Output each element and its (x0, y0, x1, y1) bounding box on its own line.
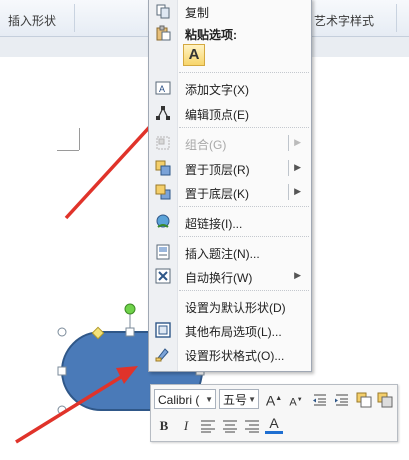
chevron-down-icon[interactable]: ▼ (248, 390, 256, 410)
context-menu: 复制 粘贴选项: A A 添加文字(X) 编辑顶点(E) 组合(G) ▶ 置于顶… (148, 0, 312, 372)
menu-item-label: 置于底层(K) (185, 187, 249, 201)
group-icon (156, 136, 170, 150)
menu-item-label: 超链接(I)... (185, 217, 243, 231)
menu-separator (179, 290, 309, 291)
menu-item-label: 插入题注(N)... (185, 247, 260, 261)
add-text-icon: A (155, 81, 171, 95)
ribbon-separator (74, 4, 75, 32)
send-to-back-icon (155, 184, 171, 200)
submenu-arrow-icon[interactable]: ▶ (294, 162, 301, 173)
menu-item-label: 设置为默认形状(D) (185, 301, 286, 315)
menu-separator (179, 236, 309, 237)
copy-icon (156, 4, 170, 19)
edit-points-icon (156, 106, 170, 120)
italic-button[interactable]: I (177, 417, 195, 435)
menu-item-label: 组合(G) (185, 138, 227, 152)
menu-item-label: 编辑顶点(E) (185, 108, 249, 122)
shape-fill-icon[interactable] (355, 391, 373, 409)
split-divider (288, 135, 289, 151)
menu-separator (179, 206, 309, 207)
shape-outline-icon[interactable] (376, 391, 394, 409)
rotation-handle[interactable] (124, 303, 136, 315)
menu-separator (179, 72, 309, 73)
menu-item-insert-caption[interactable]: 插入题注(N)... (149, 240, 311, 264)
ribbon-group-insert-shapes[interactable]: 插入形状 (8, 12, 56, 29)
decrease-indent-icon[interactable] (311, 391, 329, 409)
paste-options-heading: 粘贴选项: (185, 28, 237, 42)
menu-item-more-layout-options[interactable]: 其他布局选项(L)... (149, 318, 311, 342)
chevron-down-icon[interactable]: ▼ (205, 390, 213, 410)
menu-item-label: 添加文字(X) (185, 83, 249, 97)
bring-to-front-icon (155, 160, 171, 176)
menu-item-format-shape[interactable]: 设置形状格式(O)... (149, 342, 311, 366)
menu-item-bring-to-front[interactable]: 置于顶层(R) ▶ (149, 156, 311, 180)
menu-item-send-to-back[interactable]: 置于底层(K) ▶ (149, 180, 311, 204)
bold-button[interactable]: B (155, 417, 173, 435)
menu-item-label: 复制 (185, 6, 210, 20)
menu-item-label: 其他布局选项(L)... (185, 325, 282, 339)
align-left-icon[interactable] (199, 417, 217, 435)
format-shape-icon (155, 348, 169, 362)
paste-keep-text-icon[interactable]: A (183, 44, 205, 66)
resize-handle[interactable] (125, 327, 135, 337)
font-name-value: Calibri ( (158, 393, 200, 407)
hyperlink-icon (156, 214, 170, 228)
text-wrap-icon (155, 268, 171, 284)
submenu-arrow-icon: ▶ (294, 270, 301, 280)
resize-handle[interactable] (57, 366, 67, 376)
insert-caption-icon (156, 244, 170, 260)
ribbon-separator (396, 4, 397, 32)
paste-icon (156, 25, 171, 41)
font-color-button[interactable]: A (265, 415, 283, 434)
menu-item-label: 设置形状格式(O)... (185, 349, 285, 363)
mini-formatting-toolbar: Calibri ( ▼ 五号 ▼ A▲ A▼ B I A (150, 384, 398, 442)
menu-item-set-as-default-shape[interactable]: 设置为默认形状(D) (149, 294, 311, 318)
margin-corner-mark (57, 150, 79, 151)
resize-handle[interactable] (57, 405, 67, 415)
menu-item-copy[interactable]: 复制 (149, 0, 311, 23)
resize-handle[interactable] (57, 327, 67, 337)
menu-item-label: 自动换行(W) (185, 271, 253, 285)
layout-options-icon (155, 322, 171, 338)
grow-font-icon: A (265, 392, 276, 409)
font-size-combobox[interactable]: 五号 ▼ (219, 389, 259, 409)
menu-item-label: 置于顶层(R) (185, 163, 250, 177)
font-size-value: 五号 (223, 393, 248, 407)
submenu-arrow-icon: ▶ (294, 137, 301, 147)
menu-separator (179, 127, 309, 128)
split-divider (288, 184, 289, 200)
menu-item-hyperlink[interactable]: 超链接(I)... (149, 210, 311, 234)
align-right-icon[interactable] (243, 417, 261, 435)
menu-header-paste-options: 粘贴选项: (149, 21, 311, 45)
ribbon-group-wordart-styles[interactable]: 艺术字样式 (314, 12, 374, 29)
shrink-font-button[interactable]: A▼ (287, 391, 305, 409)
menu-item-add-text[interactable]: A 添加文字(X) (149, 76, 311, 100)
margin-corner-mark (79, 128, 80, 150)
submenu-arrow-icon[interactable]: ▶ (294, 186, 301, 197)
shrink-font-icon: A (289, 396, 297, 409)
increase-indent-icon[interactable] (333, 391, 351, 409)
menu-item-edit-points[interactable]: 编辑顶点(E) (149, 101, 311, 125)
menu-item-text-wrap[interactable]: 自动换行(W) ▶ (149, 264, 311, 288)
menu-item-group[interactable]: 组合(G) ▶ (149, 131, 311, 155)
font-name-combobox[interactable]: Calibri ( ▼ (154, 389, 216, 409)
grow-font-button[interactable]: A▲ (265, 390, 283, 409)
split-divider (288, 160, 289, 176)
svg-text:A: A (159, 84, 165, 94)
align-center-icon[interactable] (221, 417, 239, 435)
